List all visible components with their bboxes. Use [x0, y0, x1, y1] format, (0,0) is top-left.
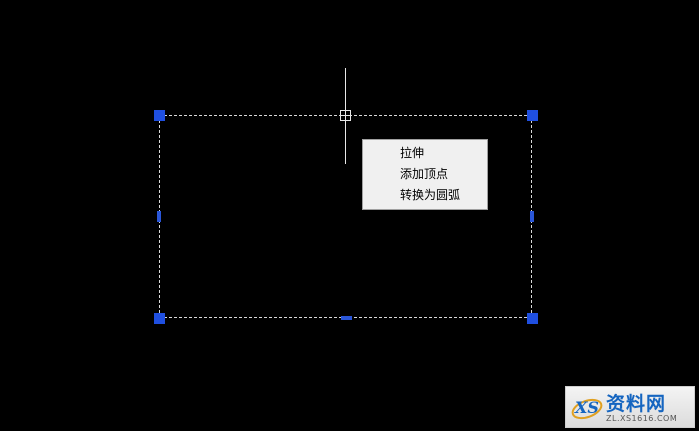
grip-mid-left[interactable] — [157, 211, 161, 222]
grip-top-left[interactable] — [154, 110, 165, 121]
cursor-pickbox-icon — [340, 110, 351, 121]
drawing-canvas[interactable]: 拉伸 添加顶点 转换为圆弧 XS 资料网 ZL.XS1616.COM — [0, 0, 699, 431]
grip-context-menu: 拉伸 添加顶点 转换为圆弧 — [362, 139, 488, 210]
watermark: XS 资料网 ZL.XS1616.COM — [565, 386, 695, 428]
grip-mid-bottom[interactable] — [341, 316, 352, 320]
grip-bottom-left[interactable] — [154, 313, 165, 324]
svg-text:XS: XS — [574, 398, 599, 417]
grip-mid-right[interactable] — [530, 211, 534, 222]
watermark-logo-icon: XS — [571, 398, 603, 420]
menu-item-convert-to-arc[interactable]: 转换为圆弧 — [363, 185, 487, 206]
watermark-url: ZL.XS1616.COM — [606, 414, 678, 423]
grip-top-right[interactable] — [527, 110, 538, 121]
grip-bottom-right[interactable] — [527, 313, 538, 324]
menu-item-add-vertex[interactable]: 添加顶点 — [363, 164, 487, 185]
watermark-title: 资料网 — [606, 393, 667, 415]
menu-item-stretch[interactable]: 拉伸 — [363, 143, 487, 164]
